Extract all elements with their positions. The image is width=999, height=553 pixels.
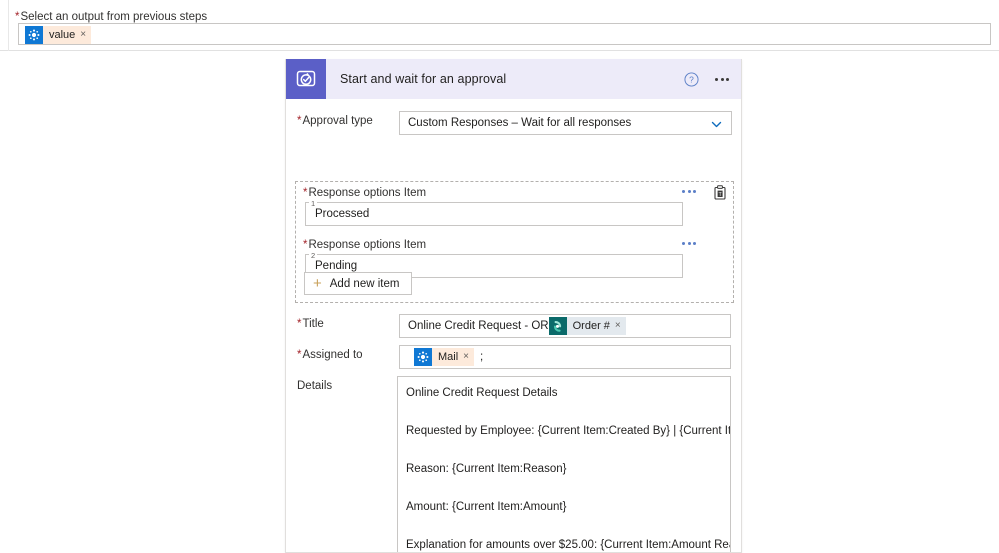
sharepoint-list-icon <box>548 317 567 335</box>
chevron-down-icon <box>710 118 723 134</box>
details-line: Online Credit Request Details <box>406 387 558 399</box>
response-option-2-index: 2 <box>309 251 318 260</box>
token-value-body: value × <box>43 26 92 44</box>
approval-type-row: *Approval type Custom Responses – Wait f… <box>286 111 741 135</box>
required-asterisk: * <box>297 318 302 330</box>
assigned-to-label: *Assigned to <box>297 349 410 361</box>
required-asterisk: * <box>15 11 20 23</box>
approval-type-label: *Approval type <box>286 111 399 127</box>
required-asterisk: * <box>303 239 308 251</box>
title-label-text: Title <box>302 318 324 330</box>
select-output-panel: *Select an output from previous steps va… <box>0 0 999 51</box>
token-order-number-remove[interactable]: × <box>615 321 621 331</box>
panel-left-rail <box>8 0 9 51</box>
approval-type-value: Custom Responses – Wait for all response… <box>408 117 632 129</box>
details-label: Details <box>297 380 410 392</box>
response-option-1-label: *Response options Item <box>303 187 426 199</box>
add-new-item-button[interactable]: + Add new item <box>304 272 413 295</box>
title-label: *Title <box>297 318 410 330</box>
approval-type-select[interactable]: Custom Responses – Wait for all response… <box>399 111 732 135</box>
token-mail-remove[interactable]: × <box>463 352 469 362</box>
token-value[interactable]: value × <box>25 26 92 44</box>
select-output-label: *Select an output from previous steps <box>15 11 207 23</box>
response-option-1-value: Processed <box>315 208 370 220</box>
details-textarea[interactable]: Online Credit Request Details Requested … <box>397 376 731 552</box>
response-option-2-menu-icon[interactable] <box>680 238 698 249</box>
token-mail-body: Mail × <box>432 348 475 366</box>
approval-action-card: Start and wait for an approval ? *Approv… <box>285 59 742 553</box>
required-asterisk: * <box>303 187 308 199</box>
paste-clipboard-icon[interactable]: T <box>713 185 727 205</box>
screen-root: *Select an output from previous steps va… <box>0 0 999 553</box>
title-input[interactable]: Online Credit Request - OR Order # × <box>399 314 731 338</box>
assigned-to-input[interactable]: Mail × ; <box>399 345 731 369</box>
response-option-2-value: Pending <box>315 260 358 272</box>
details-label-text: Details <box>297 380 333 392</box>
response-option-1-index: 1 <box>309 199 318 208</box>
sharepoint-token-icon <box>25 26 43 44</box>
required-asterisk: * <box>297 349 302 361</box>
token-value-text: value <box>49 29 76 41</box>
approvals-icon <box>286 59 326 99</box>
card-header-actions: ? <box>684 59 731 99</box>
token-mail-text: Mail <box>438 351 459 363</box>
response-option-1-label-text: Response options Item <box>308 187 427 199</box>
token-order-number-body: Order # × <box>566 317 626 335</box>
select-output-input[interactable]: value × <box>18 23 991 45</box>
details-line: Explanation for amounts over $25.00: {Cu… <box>406 538 731 551</box>
response-option-2-label: *Response options Item <box>303 239 426 251</box>
card-menu-icon[interactable] <box>713 74 731 85</box>
required-asterisk: * <box>297 115 302 127</box>
details-line: Reason: {Current Item:Reason} <box>406 462 567 475</box>
card-body: *Approval type Custom Responses – Wait f… <box>286 111 741 552</box>
token-value-remove[interactable]: × <box>80 30 86 40</box>
assigned-to-label-text: Assigned to <box>302 349 363 361</box>
plus-icon: + <box>313 275 322 292</box>
response-options-group: *Response options Item T 1 Processed *Re… <box>295 181 734 303</box>
help-circle-icon[interactable]: ? <box>684 71 699 87</box>
details-line: Amount: {Current Item:Amount} <box>406 500 567 513</box>
response-option-2-label-text: Response options Item <box>308 239 427 251</box>
title-static-text: Online Credit Request - OR <box>408 320 549 332</box>
token-mail[interactable]: Mail × <box>414 348 475 366</box>
office365-outlook-icon <box>414 348 432 366</box>
card-header[interactable]: Start and wait for an approval ? <box>286 59 741 99</box>
approval-type-label-text: Approval type <box>302 115 373 127</box>
card-title: Start and wait for an approval <box>340 72 507 86</box>
response-option-1-menu-icon[interactable] <box>680 186 698 197</box>
select-output-label-text: Select an output from previous steps <box>20 11 208 23</box>
svg-text:?: ? <box>689 74 694 84</box>
add-new-item-label: Add new item <box>329 277 400 290</box>
token-order-number[interactable]: Order # × <box>548 317 626 335</box>
response-option-1-input[interactable]: Processed <box>305 202 683 226</box>
details-line: Requested by Employee: {Current Item:Cre… <box>406 424 731 437</box>
assigned-to-separator: ; <box>480 351 484 363</box>
token-order-number-text: Order # <box>572 320 610 332</box>
